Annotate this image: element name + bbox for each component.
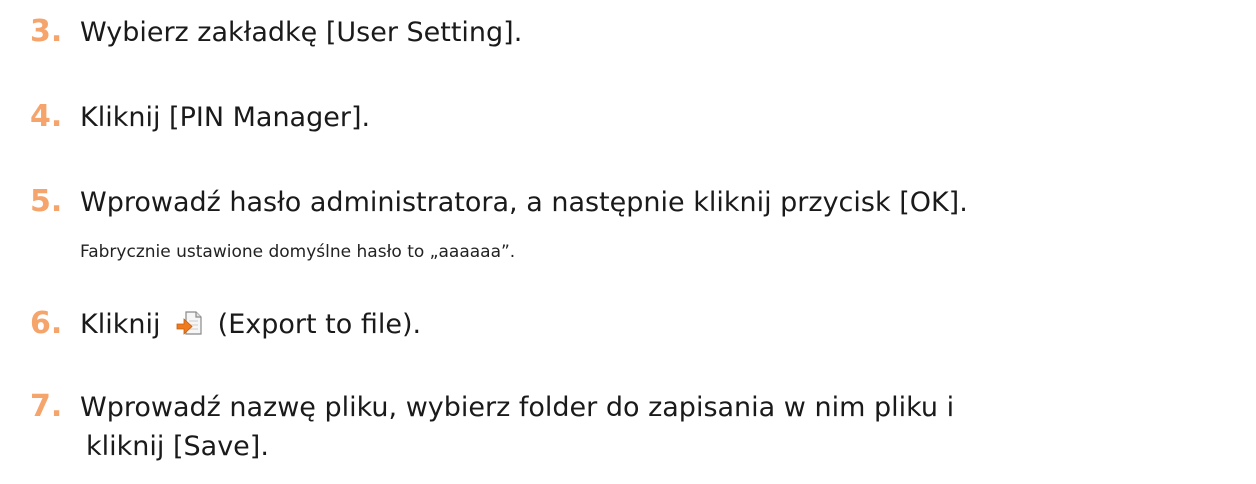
step-number: 5. bbox=[30, 184, 63, 219]
step-note: Fabrycznie ustawione domyślne hasło to „… bbox=[80, 242, 516, 262]
step-text: Wprowadź hasło administratora, a następn… bbox=[80, 187, 968, 218]
step-number: 4. bbox=[30, 99, 63, 134]
step-text: Kliknij [PIN Manager]. bbox=[80, 102, 371, 133]
step-7: 7. Wprowadź nazwę pliku, wybierz folder … bbox=[30, 389, 954, 427]
step-number: 3. bbox=[30, 14, 63, 49]
step-4: 4. Kliknij [PIN Manager]. bbox=[30, 99, 370, 137]
step-text: Wybierz zakładkę [User Setting]. bbox=[80, 17, 523, 48]
step-text: Wprowadź nazwę pliku, wybierz folder do … bbox=[80, 392, 955, 423]
step-text-before: Kliknij bbox=[80, 309, 161, 340]
step-5: 5. Wprowadź hasło administratora, a nast… bbox=[30, 184, 968, 222]
step-number: 6. bbox=[30, 306, 63, 341]
step-3: 3. Wybierz zakładkę [User Setting]. bbox=[30, 14, 522, 52]
step-text: Kliknij (Export to file). bbox=[80, 306, 421, 344]
step-6: 6. Kliknij (Export to file). bbox=[30, 306, 421, 344]
export-to-file-icon bbox=[175, 309, 203, 337]
step-number: 7. bbox=[30, 389, 63, 424]
step-text-after: (Export to file). bbox=[217, 309, 422, 340]
step-text-continuation: kliknij [Save]. bbox=[86, 431, 269, 462]
